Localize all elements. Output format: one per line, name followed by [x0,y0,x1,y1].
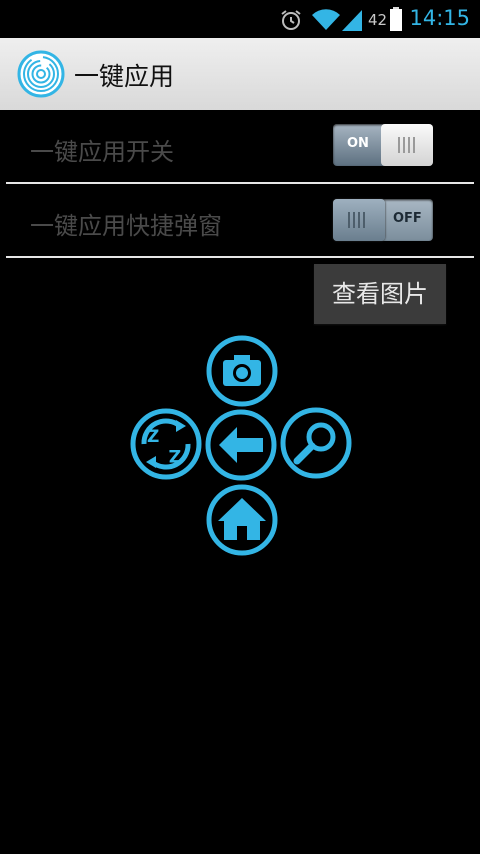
rotate-button[interactable]: Z Z [130,408,202,480]
setting-row-popup: 一键应用快捷弹窗 OFF [0,184,480,256]
wifi-icon [312,9,340,30]
fingerprint-icon[interactable] [17,50,65,98]
setting-row-toggle: 一键应用开关 ON [0,110,480,182]
status-bar: 42 14:15 [0,0,480,38]
battery-level: 42 [368,11,388,29]
toggle-knob[interactable] [381,124,433,166]
camera-button[interactable] [206,335,278,407]
app-title: 一键应用 [74,62,175,91]
search-button[interactable] [280,407,352,479]
toggle-state-label: OFF [393,211,422,226]
svg-text:Z: Z [169,445,181,465]
action-bar: 一键应用 [0,38,480,110]
battery-icon [390,7,402,31]
view-images-button[interactable]: 查看图片 [314,264,446,324]
home-button[interactable] [206,484,278,556]
setting-label: 一键应用快捷弹窗 [30,212,222,240]
alarm-icon [281,10,301,30]
back-button[interactable] [205,409,277,481]
divider [6,256,474,258]
status-time: 14:15 [409,6,470,30]
toggle-state-label: ON [347,136,369,151]
one-key-toggle[interactable]: ON [333,124,433,166]
setting-label: 一键应用开关 [30,138,174,166]
popup-toggle[interactable]: OFF [333,199,433,241]
toggle-knob[interactable] [333,199,385,241]
svg-text:Z: Z [147,427,159,447]
signal-icon [342,10,362,31]
